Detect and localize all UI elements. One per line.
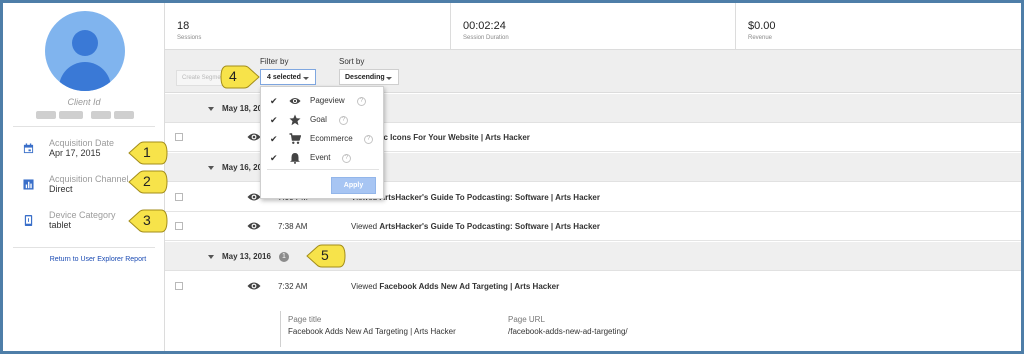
apply-button[interactable]: Apply bbox=[331, 177, 376, 194]
meta-label: Acquisition Date bbox=[49, 138, 115, 148]
row-checkbox[interactable] bbox=[175, 222, 183, 230]
sort-by-label: Sort by bbox=[339, 57, 365, 66]
meta-value: tablet bbox=[49, 220, 72, 230]
help-icon[interactable]: ? bbox=[339, 116, 348, 125]
checkmark-icon[interactable]: ✔ bbox=[270, 153, 278, 164]
activity-time: 7:32 AM bbox=[278, 282, 308, 291]
eye-icon bbox=[289, 98, 301, 104]
chevron-down-icon bbox=[386, 77, 392, 80]
date-group-header[interactable]: May 13, 2016 1 bbox=[165, 242, 1021, 271]
client-id-label: Client Id bbox=[67, 97, 101, 107]
filter-option-label: Event bbox=[310, 153, 331, 162]
divider bbox=[267, 169, 379, 170]
stat-revenue: $0.00 Revenue bbox=[736, 3, 1021, 50]
bell-icon bbox=[290, 153, 300, 164]
collapse-triangle-icon bbox=[208, 166, 214, 170]
collapse-triangle-icon bbox=[208, 107, 214, 111]
group-date: May 13, 2016 bbox=[222, 252, 271, 261]
stat-caption: Revenue bbox=[748, 35, 773, 41]
page-title-value: Facebook Adds New Ad Targeting | Arts Ha… bbox=[288, 327, 456, 336]
sort-by-dropdown[interactable]: Descending bbox=[339, 69, 399, 85]
stat-value: 00:02:24 bbox=[463, 20, 506, 32]
meta-value: Apr 17, 2015 bbox=[49, 148, 101, 158]
filter-option-goal[interactable]: ✔ Goal ? bbox=[261, 111, 385, 130]
stat-caption: Session Duration bbox=[463, 35, 509, 41]
session-stats-bar: 18 Sessions 00:02:24 Session Duration $0… bbox=[165, 3, 1021, 50]
meta-value: Direct bbox=[49, 184, 73, 194]
cart-icon bbox=[289, 133, 301, 144]
filter-option-label: Goal bbox=[310, 115, 327, 124]
divider bbox=[13, 247, 155, 248]
callout-2: 2 bbox=[143, 173, 151, 189]
divider bbox=[13, 126, 155, 127]
activity-time: 7:38 AM bbox=[278, 222, 308, 231]
filter-option-ecommerce[interactable]: ✔ Ecommerce ? bbox=[261, 130, 385, 149]
row-checkbox[interactable] bbox=[175, 193, 183, 201]
client-id-value-redacted bbox=[36, 111, 56, 119]
collapse-triangle-icon bbox=[208, 255, 214, 259]
help-icon[interactable]: ? bbox=[342, 154, 351, 163]
checkmark-icon[interactable]: ✔ bbox=[270, 134, 278, 145]
callout-4: 4 bbox=[229, 68, 237, 84]
activity-row: 7:32 AM Viewed Facebook Adds New Ad Targ… bbox=[165, 272, 1021, 301]
eye-icon bbox=[247, 222, 261, 230]
help-icon[interactable]: ? bbox=[364, 135, 373, 144]
bar-chart-icon bbox=[23, 179, 34, 190]
eye-icon bbox=[247, 133, 261, 141]
detail-divider bbox=[280, 311, 281, 347]
callout-1: 1 bbox=[143, 144, 151, 160]
activity-description: Viewed Facebook Adds New Ad Targeting | … bbox=[351, 282, 560, 291]
filter-by-label: Filter by bbox=[260, 57, 289, 66]
filter-by-dropdown[interactable]: 4 selected bbox=[260, 69, 316, 85]
checkmark-icon[interactable]: ✔ bbox=[270, 96, 278, 107]
eye-icon bbox=[247, 282, 261, 290]
avatar bbox=[45, 11, 125, 91]
eye-icon bbox=[247, 193, 261, 201]
stat-value: 18 bbox=[177, 20, 190, 32]
client-id-value-redacted bbox=[114, 111, 134, 119]
help-icon[interactable]: ? bbox=[357, 97, 366, 106]
activity-detail: Page title Facebook Adds New Ad Targetin… bbox=[165, 301, 1021, 351]
stat-caption: Sessions bbox=[177, 35, 202, 41]
row-checkbox[interactable] bbox=[175, 133, 183, 141]
device-icon bbox=[24, 215, 33, 226]
checkmark-icon[interactable]: ✔ bbox=[270, 115, 278, 126]
filter-option-label: Ecommerce bbox=[310, 134, 353, 143]
page-title-label: Page title bbox=[288, 315, 322, 324]
activity-description: Viewed ArtsHacker's Guide To Podcasting:… bbox=[351, 193, 600, 202]
page-url-value: /facebook-adds-new-ad-targeting/ bbox=[508, 327, 628, 336]
client-id-value-redacted bbox=[59, 111, 83, 119]
client-id-value-redacted bbox=[91, 111, 111, 119]
stat-sessions: 18 Sessions bbox=[165, 3, 451, 50]
filter-option-label: Pageview bbox=[310, 96, 345, 105]
calendar-icon bbox=[23, 143, 34, 154]
filter-dropdown-menu: ✔ Pageview ? ✔ Goal ? ✔ Ecommerce ? ✔ Ev… bbox=[260, 86, 384, 199]
group-count-badge: 1 bbox=[279, 252, 289, 262]
callout-3: 3 bbox=[143, 212, 151, 228]
row-checkbox[interactable] bbox=[175, 282, 183, 290]
meta-label: Device Category bbox=[49, 210, 116, 220]
sort-by-value: Descending bbox=[345, 74, 385, 81]
group-date: May 18, 20 bbox=[222, 104, 263, 113]
page-url-label: Page URL bbox=[508, 315, 545, 324]
filter-option-pageview[interactable]: ✔ Pageview ? bbox=[261, 92, 385, 111]
meta-label: Acquisition Channel bbox=[49, 174, 129, 184]
stat-value: $0.00 bbox=[748, 20, 776, 32]
star-icon bbox=[289, 114, 301, 126]
filter-by-value: 4 selected bbox=[267, 74, 301, 81]
filter-option-event[interactable]: ✔ Event ? bbox=[261, 149, 385, 168]
chevron-down-icon bbox=[303, 77, 309, 80]
group-date: May 16, 20 bbox=[222, 163, 263, 172]
activity-row: 7:38 AM Viewed ArtsHacker's Guide To Pod… bbox=[165, 212, 1021, 241]
stat-session-duration: 00:02:24 Session Duration bbox=[451, 3, 736, 50]
callout-5: 5 bbox=[321, 247, 329, 263]
activity-description: Viewed ArtsHacker's Guide To Podcasting:… bbox=[351, 222, 600, 231]
